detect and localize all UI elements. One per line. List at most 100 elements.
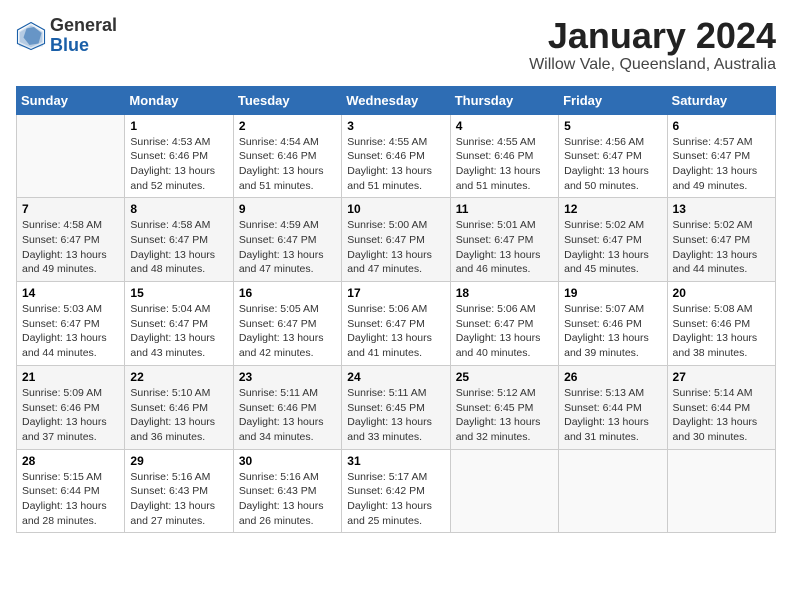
calendar-cell: 28 Sunrise: 5:15 AMSunset: 6:44 PMDayligh… (17, 449, 125, 533)
day-info: Sunrise: 5:05 AMSunset: 6:47 PMDaylight:… (239, 302, 336, 361)
calendar-cell: 16 Sunrise: 5:05 AMSunset: 6:47 PMDayligh… (233, 282, 341, 366)
day-info: Sunrise: 5:17 AMSunset: 6:42 PMDaylight:… (347, 470, 444, 529)
day-number: 3 (347, 119, 444, 133)
day-number: 18 (456, 286, 553, 300)
calendar-cell: 5 Sunrise: 4:56 AMSunset: 6:47 PMDaylight… (559, 114, 667, 198)
day-info: Sunrise: 5:15 AMSunset: 6:44 PMDaylight:… (22, 470, 119, 529)
day-number: 16 (239, 286, 336, 300)
day-number: 22 (130, 370, 227, 384)
calendar-header-row: SundayMondayTuesdayWednesdayThursdayFrid… (17, 86, 776, 114)
day-info: Sunrise: 5:03 AMSunset: 6:47 PMDaylight:… (22, 302, 119, 361)
calendar-cell: 21Sunrise: 5:09 AMSunset: 6:46 PMDayligh… (17, 365, 125, 449)
day-info: Sunrise: 4:55 AMSunset: 6:46 PMDaylight:… (456, 135, 553, 194)
header-day-wednesday: Wednesday (342, 86, 450, 114)
header-day-sunday: Sunday (17, 86, 125, 114)
calendar-cell: 30 Sunrise: 5:16 AMSunset: 6:43 PMDayligh… (233, 449, 341, 533)
calendar-cell: 25Sunrise: 5:12 AMSunset: 6:45 PMDayligh… (450, 365, 558, 449)
calendar-cell: 31 Sunrise: 5:17 AMSunset: 6:42 PMDayligh… (342, 449, 450, 533)
day-info: Sunrise: 5:16 AMSunset: 6:43 PMDaylight:… (130, 470, 227, 529)
logo-text: General Blue (50, 16, 117, 56)
day-number: 11 (456, 202, 553, 216)
calendar-cell: 19Sunrise: 5:07 AMSunset: 6:46 PMDayligh… (559, 282, 667, 366)
day-number: 10 (347, 202, 444, 216)
calendar-cell: 8Sunrise: 4:58 AMSunset: 6:47 PMDaylight… (125, 198, 233, 282)
calendar-cell: 29 Sunrise: 5:16 AMSunset: 6:43 PMDayligh… (125, 449, 233, 533)
calendar-cell: 1 Sunrise: 4:53 AMSunset: 6:46 PMDaylight… (125, 114, 233, 198)
logo-icon (16, 21, 46, 51)
day-info: Sunrise: 4:58 AMSunset: 6:47 PMDaylight:… (130, 218, 227, 277)
calendar-cell: 13 Sunrise: 5:02 AMSunset: 6:47 PMDayligh… (667, 198, 775, 282)
day-info: Sunrise: 4:54 AMSunset: 6:46 PMDaylight:… (239, 135, 336, 194)
calendar-cell: 22 Sunrise: 5:10 AMSunset: 6:46 PMDayligh… (125, 365, 233, 449)
calendar-cell: 26Sunrise: 5:13 AMSunset: 6:44 PMDayligh… (559, 365, 667, 449)
calendar-week-4: 21Sunrise: 5:09 AMSunset: 6:46 PMDayligh… (17, 365, 776, 449)
calendar-cell: 3 Sunrise: 4:55 AMSunset: 6:46 PMDaylight… (342, 114, 450, 198)
day-info: Sunrise: 4:59 AMSunset: 6:47 PMDaylight:… (239, 218, 336, 277)
calendar-cell (559, 449, 667, 533)
day-number: 15 (130, 286, 227, 300)
calendar-cell: 10 Sunrise: 5:00 AMSunset: 6:47 PMDayligh… (342, 198, 450, 282)
day-info: Sunrise: 5:02 AMSunset: 6:47 PMDaylight:… (564, 218, 661, 277)
day-number: 2 (239, 119, 336, 133)
page-subtitle: Willow Vale, Queensland, Australia (529, 56, 776, 74)
calendar-cell (450, 449, 558, 533)
day-number: 30 (239, 454, 336, 468)
header-day-saturday: Saturday (667, 86, 775, 114)
day-number: 9 (239, 202, 336, 216)
day-info: Sunrise: 5:02 AMSunset: 6:47 PMDaylight:… (673, 218, 770, 277)
day-info: Sunrise: 5:06 AMSunset: 6:47 PMDaylight:… (456, 302, 553, 361)
calendar-cell (667, 449, 775, 533)
day-info: Sunrise: 5:11 AMSunset: 6:46 PMDaylight:… (239, 386, 336, 445)
calendar-week-5: 28 Sunrise: 5:15 AMSunset: 6:44 PMDayligh… (17, 449, 776, 533)
calendar-cell: 18 Sunrise: 5:06 AMSunset: 6:47 PMDayligh… (450, 282, 558, 366)
calendar-week-3: 14 Sunrise: 5:03 AMSunset: 6:47 PMDayligh… (17, 282, 776, 366)
page-title: January 2024 (529, 16, 776, 56)
calendar-cell: 4 Sunrise: 4:55 AMSunset: 6:46 PMDaylight… (450, 114, 558, 198)
day-number: 4 (456, 119, 553, 133)
day-info: Sunrise: 4:57 AMSunset: 6:47 PMDaylight:… (673, 135, 770, 194)
day-number: 5 (564, 119, 661, 133)
day-number: 13 (673, 202, 770, 216)
calendar-cell: 7 Sunrise: 4:58 AMSunset: 6:47 PMDaylight… (17, 198, 125, 282)
calendar-week-2: 7 Sunrise: 4:58 AMSunset: 6:47 PMDaylight… (17, 198, 776, 282)
day-number: 31 (347, 454, 444, 468)
day-number: 28 (22, 454, 119, 468)
day-number: 24 (347, 370, 444, 384)
day-info: Sunrise: 4:56 AMSunset: 6:47 PMDaylight:… (564, 135, 661, 194)
logo: General Blue (16, 16, 117, 56)
calendar-cell: 6Sunrise: 4:57 AMSunset: 6:47 PMDaylight… (667, 114, 775, 198)
calendar-cell: 20Sunrise: 5:08 AMSunset: 6:46 PMDayligh… (667, 282, 775, 366)
day-number: 26 (564, 370, 661, 384)
day-info: Sunrise: 5:16 AMSunset: 6:43 PMDaylight:… (239, 470, 336, 529)
day-number: 1 (130, 119, 227, 133)
header-day-thursday: Thursday (450, 86, 558, 114)
day-number: 19 (564, 286, 661, 300)
day-number: 17 (347, 286, 444, 300)
day-info: Sunrise: 5:10 AMSunset: 6:46 PMDaylight:… (130, 386, 227, 445)
day-number: 29 (130, 454, 227, 468)
calendar-cell: 23Sunrise: 5:11 AMSunset: 6:46 PMDayligh… (233, 365, 341, 449)
day-info: Sunrise: 5:11 AMSunset: 6:45 PMDaylight:… (347, 386, 444, 445)
calendar-cell: 11 Sunrise: 5:01 AMSunset: 6:47 PMDayligh… (450, 198, 558, 282)
header-day-friday: Friday (559, 86, 667, 114)
day-info: Sunrise: 4:58 AMSunset: 6:47 PMDaylight:… (22, 218, 119, 277)
page-header: General Blue January 2024 Willow Vale, Q… (16, 16, 776, 74)
day-number: 14 (22, 286, 119, 300)
day-info: Sunrise: 5:08 AMSunset: 6:46 PMDaylight:… (673, 302, 770, 361)
day-info: Sunrise: 5:06 AMSunset: 6:47 PMDaylight:… (347, 302, 444, 361)
day-info: Sunrise: 4:53 AMSunset: 6:46 PMDaylight:… (130, 135, 227, 194)
calendar-cell: 17 Sunrise: 5:06 AMSunset: 6:47 PMDayligh… (342, 282, 450, 366)
calendar-cell: 15Sunrise: 5:04 AMSunset: 6:47 PMDayligh… (125, 282, 233, 366)
calendar-cell: 14 Sunrise: 5:03 AMSunset: 6:47 PMDayligh… (17, 282, 125, 366)
day-info: Sunrise: 5:12 AMSunset: 6:45 PMDaylight:… (456, 386, 553, 445)
day-number: 7 (22, 202, 119, 216)
calendar-cell: 12Sunrise: 5:02 AMSunset: 6:47 PMDayligh… (559, 198, 667, 282)
day-number: 27 (673, 370, 770, 384)
day-info: Sunrise: 5:01 AMSunset: 6:47 PMDaylight:… (456, 218, 553, 277)
day-info: Sunrise: 4:55 AMSunset: 6:46 PMDaylight:… (347, 135, 444, 194)
calendar-week-1: 1 Sunrise: 4:53 AMSunset: 6:46 PMDaylight… (17, 114, 776, 198)
day-number: 21 (22, 370, 119, 384)
day-info: Sunrise: 5:00 AMSunset: 6:47 PMDaylight:… (347, 218, 444, 277)
calendar-cell: 2 Sunrise: 4:54 AMSunset: 6:46 PMDaylight… (233, 114, 341, 198)
calendar-cell (17, 114, 125, 198)
